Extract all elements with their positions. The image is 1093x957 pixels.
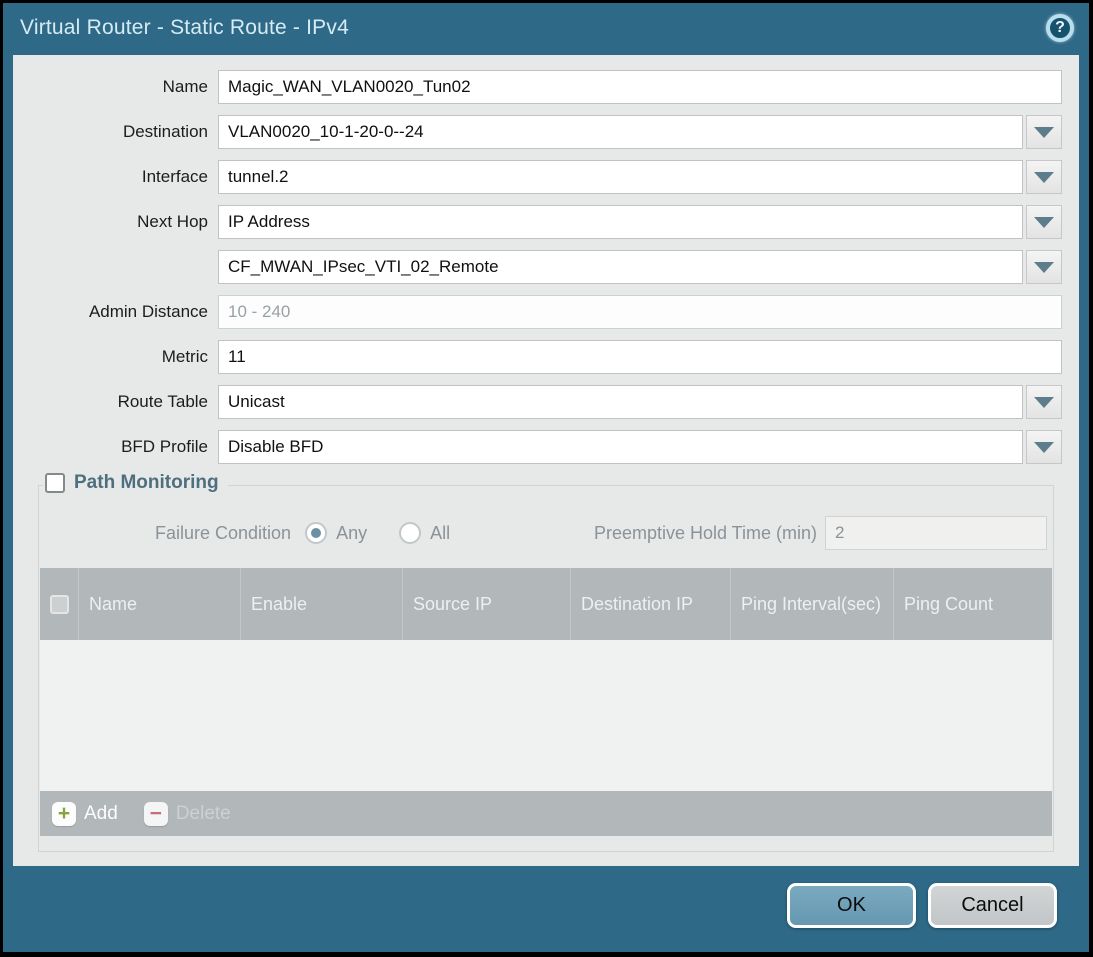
chevron-down-icon xyxy=(1034,217,1054,228)
column-header-enable[interactable]: Enable xyxy=(240,568,402,640)
admin-distance-input[interactable] xyxy=(218,295,1062,329)
table-footer-toolbar: + Add − Delete xyxy=(40,791,1052,836)
failure-condition-all-label: All xyxy=(430,523,450,544)
plus-icon: + xyxy=(52,802,76,826)
dialog-body: Name Destination Interface Next Hop Admi… xyxy=(13,55,1079,866)
chevron-down-icon xyxy=(1034,262,1054,273)
path-monitoring-options-row: Failure Condition Any All Preemptive Hol… xyxy=(39,515,1053,551)
bfd-profile-dropdown-button[interactable] xyxy=(1026,430,1062,464)
ok-button[interactable]: OK xyxy=(787,883,916,928)
form-row-admin-distance: Admin Distance xyxy=(30,295,1062,329)
route-table-input[interactable] xyxy=(218,385,1023,419)
table-header-row: Name Enable Source IP Destination IP Pin… xyxy=(40,568,1052,640)
bfd-profile-label: BFD Profile xyxy=(30,437,218,457)
form-row-next-hop-value xyxy=(30,250,1062,284)
failure-condition-any-radio[interactable] xyxy=(305,522,327,544)
add-button[interactable]: + Add xyxy=(52,802,118,826)
admin-distance-label: Admin Distance xyxy=(30,302,218,322)
column-header-ping-count[interactable]: Ping Count xyxy=(893,568,1052,640)
path-monitoring-checkbox[interactable] xyxy=(45,473,65,493)
next-hop-type-input[interactable] xyxy=(218,205,1023,239)
path-monitoring-title: Path Monitoring xyxy=(74,472,219,494)
chevron-down-icon xyxy=(1034,397,1054,408)
next-hop-value-dropdown-button[interactable] xyxy=(1026,250,1062,284)
select-all-checkbox[interactable] xyxy=(50,595,69,614)
name-input[interactable] xyxy=(218,70,1062,104)
preemptive-hold-time-label: Preemptive Hold Time (min) xyxy=(594,523,817,544)
delete-button[interactable]: − Delete xyxy=(144,802,231,826)
path-monitoring-table: Name Enable Source IP Destination IP Pin… xyxy=(40,568,1052,836)
route-table-label: Route Table xyxy=(30,392,218,412)
table-header-select xyxy=(40,568,78,640)
failure-condition-any-label: Any xyxy=(336,523,367,544)
path-monitoring-legend: Path Monitoring xyxy=(43,472,228,494)
failure-condition-all-radio[interactable] xyxy=(399,522,421,544)
dialog-titlebar: Virtual Router - Static Route - IPv4 ? xyxy=(3,3,1089,53)
destination-label: Destination xyxy=(30,122,218,142)
failure-condition-label: Failure Condition xyxy=(155,523,291,544)
cancel-button[interactable]: Cancel xyxy=(928,883,1057,928)
chevron-down-icon xyxy=(1034,172,1054,183)
metric-input[interactable] xyxy=(218,340,1062,374)
form-row-bfd-profile: BFD Profile xyxy=(30,430,1062,464)
name-label: Name xyxy=(30,77,218,97)
interface-dropdown-button[interactable] xyxy=(1026,160,1062,194)
interface-input[interactable] xyxy=(218,160,1023,194)
column-header-destination-ip[interactable]: Destination IP xyxy=(570,568,730,640)
bfd-profile-input[interactable] xyxy=(218,430,1023,464)
column-header-ping-interval[interactable]: Ping Interval(sec) xyxy=(730,568,893,640)
next-hop-value-input[interactable] xyxy=(218,250,1023,284)
destination-dropdown-button[interactable] xyxy=(1026,115,1062,149)
dialog-title: Virtual Router - Static Route - IPv4 xyxy=(20,16,349,40)
chevron-down-icon xyxy=(1034,127,1054,138)
column-header-name[interactable]: Name xyxy=(78,568,240,640)
form-row-metric: Metric xyxy=(30,340,1062,374)
help-icon[interactable]: ? xyxy=(1046,14,1074,42)
next-hop-label: Next Hop xyxy=(30,212,218,232)
path-monitoring-section: Path Monitoring Failure Condition Any Al… xyxy=(38,485,1054,852)
next-hop-type-dropdown-button[interactable] xyxy=(1026,205,1062,239)
form-row-destination: Destination xyxy=(30,115,1062,149)
form-row-route-table: Route Table xyxy=(30,385,1062,419)
static-route-dialog: Virtual Router - Static Route - IPv4 ? N… xyxy=(3,3,1089,952)
add-button-label: Add xyxy=(84,803,118,825)
form-row-interface: Interface xyxy=(30,160,1062,194)
form-row-name: Name xyxy=(30,70,1062,104)
interface-label: Interface xyxy=(30,167,218,187)
table-body-empty xyxy=(40,640,1052,791)
minus-icon: − xyxy=(144,802,168,826)
delete-button-label: Delete xyxy=(176,803,231,825)
route-table-dropdown-button[interactable] xyxy=(1026,385,1062,419)
preemptive-hold-time-input[interactable] xyxy=(825,516,1047,550)
destination-input[interactable] xyxy=(218,115,1023,149)
chevron-down-icon xyxy=(1034,442,1054,453)
metric-label: Metric xyxy=(30,347,218,367)
column-header-source-ip[interactable]: Source IP xyxy=(402,568,570,640)
form-row-next-hop-type: Next Hop xyxy=(30,205,1062,239)
